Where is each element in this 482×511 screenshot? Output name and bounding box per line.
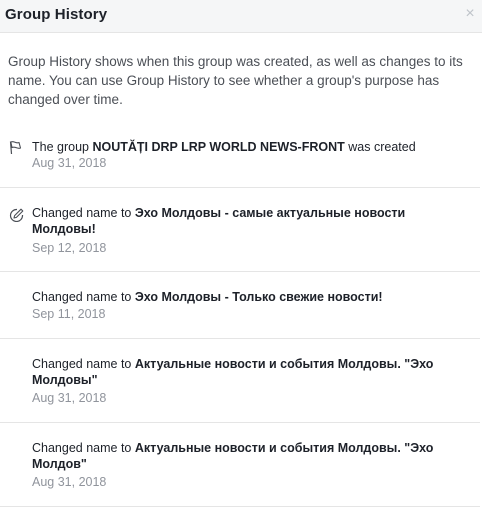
divider — [0, 338, 480, 339]
dialog-header: Group History × — [0, 0, 482, 33]
group-history-dialog: Group History × Group History shows when… — [0, 0, 482, 511]
entry-date: Aug 31, 2018 — [32, 156, 107, 170]
intro-text: Group History shows when this group was … — [8, 54, 463, 107]
entry-date: Sep 12, 2018 — [32, 241, 107, 255]
entry-date: Aug 31, 2018 — [32, 475, 107, 489]
entry-date: Aug 31, 2018 — [32, 391, 107, 405]
divider — [0, 422, 480, 423]
entry-text: Changed name to Эхо Молдовы - самые акту… — [32, 206, 406, 236]
pencil-icon — [9, 208, 24, 222]
entry-text: Changed name to Актуальные новости и соб… — [32, 441, 434, 471]
divider — [0, 271, 480, 272]
entry-text: Changed name to Эхо Молдовы - Только све… — [32, 290, 383, 304]
entry-text: The group NOUTĂȚI DRP LRP WORLD NEWS-FRO… — [32, 140, 416, 154]
entry-date: Sep 11, 2018 — [32, 307, 106, 321]
close-icon[interactable]: × — [462, 6, 478, 22]
dialog-title: Group History — [5, 6, 108, 23]
divider — [0, 187, 480, 188]
divider — [0, 506, 480, 507]
group-name: NOUTĂȚI DRP LRP WORLD NEWS-FRONT — [92, 140, 345, 154]
group-name: Эхо Молдовы - Только свежие новости! — [134, 290, 383, 304]
flag-icon — [9, 141, 22, 155]
entry-text: Changed name to Актуальные новости и соб… — [32, 357, 434, 387]
